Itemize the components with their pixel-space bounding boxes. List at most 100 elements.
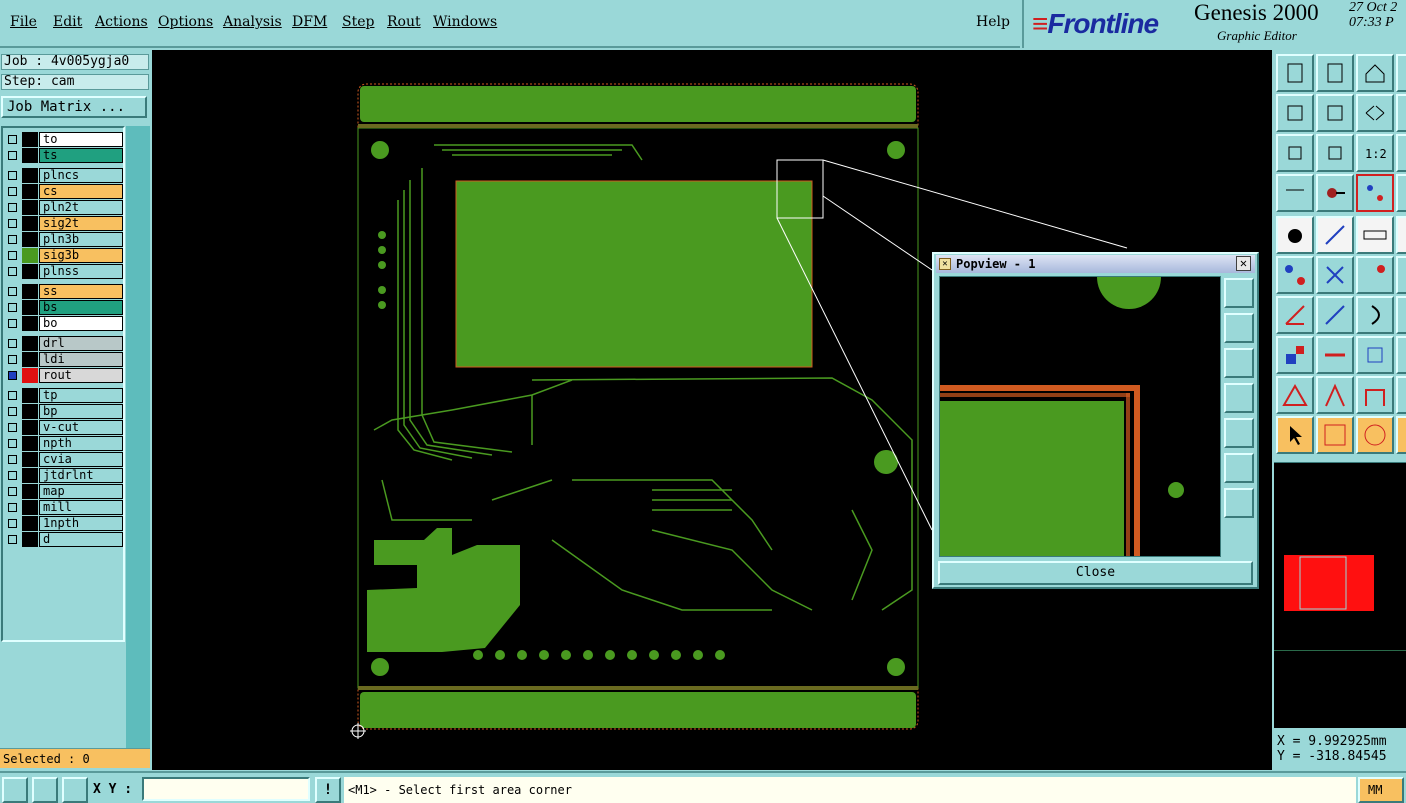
tool-extra-1-icon[interactable] [1396, 54, 1406, 92]
layer-row[interactable]: bo [5, 316, 123, 331]
layer-checkbox[interactable] [8, 439, 17, 448]
tool-add-pad-icon[interactable] [1276, 216, 1314, 254]
tool-pan-left-icon[interactable] [1276, 94, 1314, 132]
layer-checkbox[interactable] [8, 303, 17, 312]
layer-row[interactable]: plncs [5, 168, 123, 183]
menu-edit[interactable]: Edit [53, 14, 82, 30]
tool-extra-10-icon[interactable] [1396, 416, 1406, 454]
layer-checkbox[interactable] [8, 423, 17, 432]
tool-extra-8-icon[interactable] [1396, 336, 1406, 374]
layer-name[interactable]: bo [39, 316, 123, 331]
tool-angle-icon[interactable] [1276, 296, 1314, 334]
menu-windows[interactable]: Windows [433, 14, 497, 30]
tool-scale-1-2-icon[interactable]: 1:2 [1356, 134, 1394, 172]
tool-select-icon[interactable] [1276, 416, 1314, 454]
layer-name[interactable]: ldi [39, 352, 123, 367]
tool-key-icon[interactable] [1316, 174, 1354, 212]
tool-cross-icon[interactable] [1316, 256, 1354, 294]
menu-rout[interactable]: Rout [387, 14, 421, 30]
tool-home-icon[interactable] [1276, 54, 1314, 92]
layer-row[interactable]: ts [5, 148, 123, 163]
layer-row[interactable]: ss [5, 284, 123, 299]
layer-name[interactable]: map [39, 484, 123, 499]
popview-close-button[interactable]: Close [938, 561, 1253, 585]
layer-checkbox[interactable] [8, 471, 17, 480]
layer-checkbox[interactable] [8, 503, 17, 512]
units-button[interactable]: MM [1358, 777, 1404, 803]
popview-tool-5[interactable] [1224, 418, 1254, 448]
tool-arc-icon[interactable] [1356, 296, 1394, 334]
tool-arch-icon[interactable] [1316, 376, 1354, 414]
layer-name[interactable]: jtdrlnt [39, 468, 123, 483]
layer-checkbox[interactable] [8, 391, 17, 400]
tool-zoom-fit-icon[interactable] [1316, 134, 1354, 172]
tool-split-icon[interactable] [1316, 336, 1354, 374]
layer-name[interactable]: ts [39, 148, 123, 163]
layer-row[interactable]: npth [5, 436, 123, 451]
tool-pad-select-icon[interactable] [1276, 336, 1314, 374]
tool-select-circle-icon[interactable] [1356, 416, 1394, 454]
layer-name[interactable]: mill [39, 500, 123, 515]
layer-checkbox[interactable] [8, 267, 17, 276]
tool-fit-icon[interactable] [1276, 134, 1314, 172]
layer-name[interactable]: to [39, 132, 123, 147]
layer-row[interactable]: plnss [5, 264, 123, 279]
measure-icon[interactable] [32, 777, 58, 803]
tool-extra-4-icon[interactable] [1396, 174, 1406, 212]
layer-row[interactable]: v-cut [5, 420, 123, 435]
layer-name[interactable]: cvia [39, 452, 123, 467]
layer-checkbox[interactable] [8, 135, 17, 144]
layer-name[interactable]: ss [39, 284, 123, 299]
popview-tool-6[interactable] [1224, 453, 1254, 483]
tool-extra-9-icon[interactable] [1396, 376, 1406, 414]
layer-name[interactable]: v-cut [39, 420, 123, 435]
layer-name[interactable]: pln2t [39, 200, 123, 215]
exclamation-button[interactable]: ! [315, 777, 341, 803]
layer-name[interactable]: drl [39, 336, 123, 351]
popview-tool-2[interactable] [1224, 313, 1254, 343]
layer-row[interactable]: d [5, 532, 123, 547]
layer-row[interactable]: sig2t [5, 216, 123, 231]
tool-size-icon[interactable] [1356, 336, 1394, 374]
tool-extra-3-icon[interactable] [1396, 134, 1406, 172]
menu-help[interactable]: Help [976, 14, 1010, 30]
menu-step[interactable]: Step [342, 14, 374, 30]
tool-extra-2-icon[interactable] [1396, 94, 1406, 132]
overview-map[interactable] [1274, 462, 1406, 650]
grid-icon[interactable] [62, 777, 88, 803]
layer-name[interactable]: cs [39, 184, 123, 199]
tool-pan-right-icon[interactable] [1316, 94, 1354, 132]
layer-row[interactable]: cvia [5, 452, 123, 467]
layer-checkbox[interactable] [8, 171, 17, 180]
layer-checkbox[interactable] [8, 287, 17, 296]
job-matrix-button[interactable]: Job Matrix ... [1, 96, 147, 118]
menu-dfm[interactable]: DFM [292, 14, 327, 30]
layer-checkbox[interactable] [8, 455, 17, 464]
layer-checkbox[interactable] [8, 355, 17, 364]
tool-extra-5-icon[interactable] [1396, 216, 1406, 254]
layer-row[interactable]: bs [5, 300, 123, 315]
popview-canvas[interactable] [939, 276, 1221, 557]
tool-house-icon[interactable] [1356, 54, 1394, 92]
layer-checkbox[interactable] [8, 371, 17, 380]
layer-name[interactable]: bs [39, 300, 123, 315]
tool-swap-icon[interactable] [1356, 94, 1394, 132]
tool-extra-7-icon[interactable] [1396, 296, 1406, 334]
layer-name[interactable]: sig3b [39, 248, 123, 263]
layer-name[interactable]: npth [39, 436, 123, 451]
layer-checkbox[interactable] [8, 187, 17, 196]
layer-row[interactable]: map [5, 484, 123, 499]
popview-tool-3[interactable] [1224, 348, 1254, 378]
tool-add-line-icon[interactable] [1316, 216, 1354, 254]
layer-checkbox[interactable] [8, 319, 17, 328]
layer-checkbox[interactable] [8, 203, 17, 212]
layer-row[interactable]: pln3b [5, 232, 123, 247]
popview-tool-1[interactable] [1224, 278, 1254, 308]
menu-analysis[interactable]: Analysis [223, 14, 282, 30]
layer-row[interactable]: to [5, 132, 123, 147]
layer-name[interactable]: sig2t [39, 216, 123, 231]
tool-net-icon[interactable] [1356, 174, 1394, 212]
menu-file[interactable]: File [10, 14, 37, 30]
layer-checkbox[interactable] [8, 339, 17, 348]
layer-row[interactable]: tp [5, 388, 123, 403]
